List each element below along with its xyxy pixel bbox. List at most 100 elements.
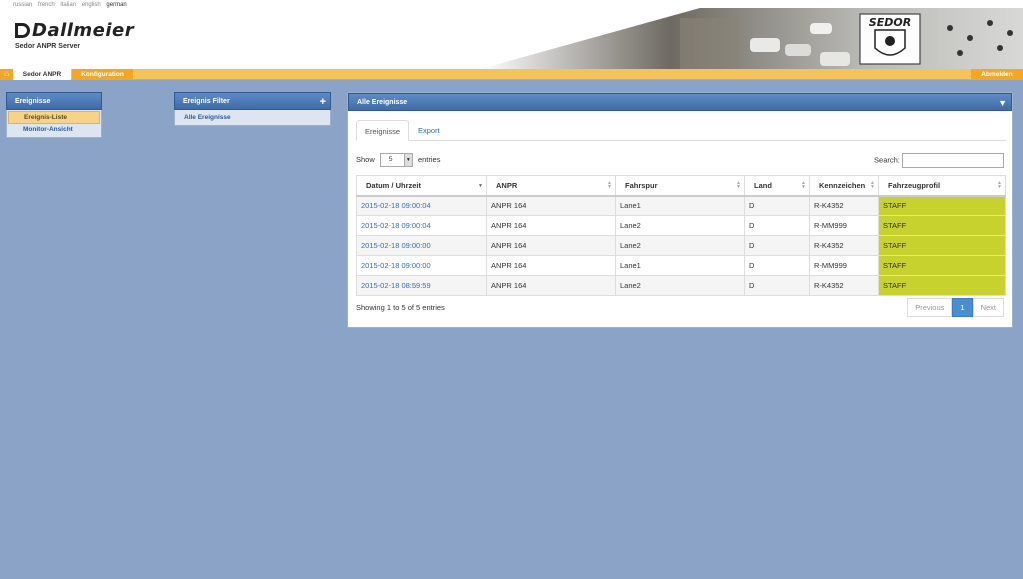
- col-header-fahrzeugprofil[interactable]: Fahrzeugprofil ▲ ▼: [878, 175, 1006, 197]
- collapse-chevron-icon[interactable]: ▼: [998, 94, 1007, 112]
- table-row: 2015-02-18 09:00:04 ANPR 164 Lane2 D R-M…: [356, 215, 1006, 236]
- col-header-anpr-label: ANPR: [496, 180, 518, 190]
- ereignisse-panel: Ereignisse Ereignis-Liste Monitor-Ansich…: [6, 92, 102, 138]
- cell-fahrzeugprofil: STAFF: [878, 215, 1006, 236]
- sort-icon: ▲ ▼: [607, 180, 612, 190]
- lang-english[interactable]: english: [82, 2, 101, 8]
- table-header-row: Datum / Uhrzeit ▼ ANPR ▲ ▼ Fahrspur ▲ ▼ Land ▲…: [356, 175, 1006, 197]
- cell-kennzeichen: R-K4352: [809, 195, 879, 216]
- events-table: Datum / Uhrzeit ▼ ANPR ▲ ▼ Fahrspur ▲ ▼ Land ▲…: [356, 175, 1006, 296]
- filter-panel-body: Alle Ereignisse: [174, 110, 331, 126]
- cell-anpr: ANPR 164: [486, 275, 616, 296]
- banner-brand-text: SEDOR: [869, 16, 911, 29]
- cell-fahrspur: Lane1: [615, 255, 745, 276]
- cell-fahrzeugprofil: STAFF: [878, 275, 1006, 296]
- lang-italian[interactable]: italian: [60, 2, 76, 8]
- tab-bar: Ereignisse Export: [356, 120, 1006, 141]
- pagination: Previous 1 Next: [907, 298, 1004, 317]
- sort-icon: ▲ ▼: [870, 180, 875, 190]
- col-header-datum-label: Datum / Uhrzeit: [366, 180, 422, 190]
- home-icon[interactable]: ⌂: [0, 69, 13, 80]
- header: russian french italian english german Da…: [0, 0, 1023, 69]
- cell-anpr: ANPR 164: [486, 215, 616, 236]
- cell-kennzeichen: R-K4352: [809, 275, 879, 296]
- search-control: Search:: [874, 153, 1004, 168]
- cell-anpr: ANPR 164: [486, 255, 616, 276]
- cell-datum[interactable]: 2015-02-18 08:59:59: [356, 275, 487, 296]
- tab-export[interactable]: Export: [410, 120, 448, 141]
- logo-d-mark-icon: [15, 23, 30, 38]
- table-row: 2015-02-18 09:00:00 ANPR 164 Lane2 D R-K…: [356, 235, 1006, 256]
- cell-datum[interactable]: 2015-02-18 09:00:04: [356, 215, 487, 236]
- events-main-panel: Alle Ereignisse ▼ Ereignisse Export Show…: [347, 92, 1013, 328]
- sort-icon: ▲ ▼: [736, 180, 741, 190]
- filter-panel-title: Ereignis Filter: [183, 98, 230, 105]
- col-header-fahrzeugprofil-label: Fahrzeugprofil: [888, 180, 941, 190]
- cell-kennzeichen: R-MM999: [809, 215, 879, 236]
- cell-land: D: [744, 235, 810, 256]
- cell-anpr: ANPR 164: [486, 235, 616, 256]
- main-panel-header: Alle Ereignisse ▼: [348, 93, 1012, 111]
- main-panel-title: Alle Ereignisse: [357, 99, 408, 106]
- lang-german[interactable]: german: [106, 2, 126, 8]
- cell-kennzeichen: R-MM999: [809, 255, 879, 276]
- tab-ereignisse[interactable]: Ereignisse: [356, 120, 410, 141]
- server-subtitle: Sedor ANPR Server: [15, 43, 81, 50]
- page-size-value: 5: [388, 156, 393, 163]
- table-info: Showing 1 to 5 of 5 entries: [356, 303, 445, 312]
- col-header-fahrspur-label: Fahrspur: [625, 180, 658, 190]
- lang-french[interactable]: french: [38, 2, 55, 8]
- cell-fahrzeugprofil: STAFF: [878, 255, 1006, 276]
- cell-datum[interactable]: 2015-02-18 09:00:00: [356, 255, 487, 276]
- sort-icon: ▲ ▼: [801, 180, 806, 190]
- show-label: Show: [356, 154, 375, 164]
- filter-item-alle-ereignisse[interactable]: Alle Ereignisse: [176, 112, 329, 123]
- filter-panel-header: Ereignis Filter +: [174, 92, 331, 110]
- logout-button[interactable]: Abmelden: [971, 69, 1023, 80]
- sidebar-item-monitor-ansicht[interactable]: Monitor-Ansicht: [8, 124, 100, 135]
- col-header-anpr[interactable]: ANPR ▲ ▼: [486, 175, 616, 197]
- language-bar: russian french italian english german: [13, 2, 131, 8]
- nav-sedor-anpr[interactable]: Sedor ANPR: [13, 69, 71, 80]
- dropdown-arrow-icon[interactable]: ▼: [403, 154, 412, 166]
- ereignisse-panel-body: Ereignis-Liste Monitor-Ansicht: [6, 110, 102, 138]
- header-banner-image: SEDOR: [480, 8, 1023, 69]
- table-row: 2015-02-18 09:00:00 ANPR 164 Lane1 D R-M…: [356, 255, 1006, 276]
- cell-fahrspur: Lane2: [615, 215, 745, 236]
- col-header-land[interactable]: Land ▲ ▼: [744, 175, 810, 197]
- previous-button[interactable]: Previous: [907, 298, 953, 317]
- logo-text: Dallmeier: [32, 20, 135, 41]
- cell-anpr: ANPR 164: [486, 195, 616, 216]
- cell-fahrspur: Lane2: [615, 235, 745, 256]
- search-input[interactable]: [902, 153, 1004, 168]
- add-filter-icon[interactable]: +: [320, 93, 326, 111]
- col-header-kennzeichen[interactable]: Kennzeichen ▲ ▼: [809, 175, 879, 197]
- table-row: 2015-02-18 09:00:04 ANPR 164 Lane1 D R-K…: [356, 195, 1006, 216]
- sort-icon: ▲ ▼: [997, 180, 1002, 190]
- next-button[interactable]: Next: [972, 298, 1004, 317]
- sidebar-item-ereignis-liste[interactable]: Ereignis-Liste: [8, 111, 100, 124]
- page-size-select[interactable]: 5 ▼: [379, 153, 413, 167]
- dallmeier-logo: Dallmeier: [15, 20, 134, 41]
- nav-konfiguration[interactable]: Konfiguration: [72, 69, 133, 80]
- lang-russian[interactable]: russian: [13, 2, 32, 8]
- cell-land: D: [744, 275, 810, 296]
- cell-fahrspur: Lane2: [615, 275, 745, 296]
- cell-land: D: [744, 255, 810, 276]
- page-1-button[interactable]: 1: [952, 298, 973, 317]
- ereignis-filter-panel: Ereignis Filter + Alle Ereignisse: [174, 92, 331, 126]
- cell-land: D: [744, 195, 810, 216]
- col-header-land-label: Land: [754, 180, 772, 190]
- cell-fahrspur: Lane1: [615, 195, 745, 216]
- cell-land: D: [744, 215, 810, 236]
- cell-datum[interactable]: 2015-02-18 09:00:00: [356, 235, 487, 256]
- col-header-datum[interactable]: Datum / Uhrzeit ▼: [356, 175, 487, 197]
- search-label: Search:: [874, 155, 900, 165]
- table-row: 2015-02-18 08:59:59 ANPR 164 Lane2 D R-K…: [356, 275, 1006, 296]
- entries-label: entries: [417, 154, 441, 164]
- col-header-fahrspur[interactable]: Fahrspur ▲ ▼: [615, 175, 745, 197]
- cell-kennzeichen: R-K4352: [809, 235, 879, 256]
- sort-desc-icon: ▼: [478, 183, 483, 189]
- page-size-control: Show 5 ▼ entries: [356, 153, 440, 167]
- cell-datum[interactable]: 2015-02-18 09:00:04: [356, 195, 487, 216]
